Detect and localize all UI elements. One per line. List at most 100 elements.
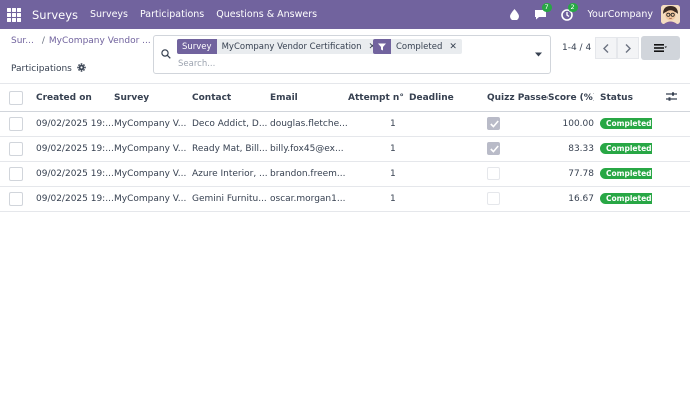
cell-created-on: 09/02/2025 19:... — [36, 136, 114, 162]
cell-attempt: 1 — [348, 186, 409, 212]
sliders-icon — [665, 92, 677, 101]
search-input[interactable] — [178, 57, 518, 70]
activity-clock-icon[interactable]: 2 — [560, 2, 578, 22]
cell-contact: Deco Addict, D... — [192, 111, 270, 137]
gear-icon[interactable] — [77, 63, 86, 75]
menu-participations[interactable]: Participations — [140, 9, 204, 20]
quizz-passed-checkbox — [487, 142, 500, 155]
cell-survey: MyCompany V... — [114, 161, 192, 187]
company-switcher[interactable]: YourCompany — [588, 9, 653, 20]
breadcrumb: Sur... / MyCompany Vendor ... — [11, 36, 151, 46]
status-badge: Completed — [600, 118, 652, 129]
breadcrumb-current[interactable]: MyCompany Vendor ... — [49, 36, 151, 46]
app-brand[interactable]: Surveys — [32, 8, 78, 22]
apps-menu-icon[interactable] — [7, 7, 21, 22]
row-select-checkbox[interactable] — [9, 191, 23, 206]
table-row[interactable]: 09/02/2025 19:... MyCompany V... Azure Int… — [0, 161, 690, 187]
quizz-passed-checkbox — [487, 192, 500, 205]
column-contact[interactable]: Contact — [192, 86, 270, 112]
cell-survey: MyCompany V... — [114, 136, 192, 162]
drop-icon[interactable] — [508, 8, 522, 22]
quizz-passed-checkbox — [487, 117, 500, 130]
column-deadline[interactable]: Deadline — [409, 86, 487, 112]
user-avatar[interactable] — [661, 5, 680, 24]
facet-survey-value: MyCompany Vendor Certification — [221, 41, 362, 52]
chat-icon[interactable]: 7 — [534, 2, 552, 22]
cell-deadline — [409, 111, 487, 137]
activity-count-badge: 2 — [567, 2, 578, 12]
column-email[interactable]: Email — [270, 86, 348, 112]
pager-value[interactable]: 1-4 / 4 — [562, 43, 591, 53]
column-quizz-passed[interactable]: Quizz Passed — [487, 86, 548, 112]
filter-icon — [373, 39, 391, 54]
table-header-row: Created on Survey Contact Email Attempt … — [0, 86, 690, 112]
cell-email: brandon.freem... — [270, 161, 348, 187]
cell-quizz-passed — [487, 161, 548, 187]
list-icon — [654, 44, 667, 52]
cell-empty — [652, 136, 690, 162]
column-survey[interactable]: Survey — [114, 86, 192, 112]
control-panel: Sur... / MyCompany Vendor ... Participatio… — [0, 29, 690, 84]
row-select-checkbox[interactable] — [9, 116, 23, 131]
cell-empty — [652, 161, 690, 187]
cell-attempt: 1 — [348, 161, 409, 187]
cell-contact: Gemini Furnitu... — [192, 186, 270, 212]
cell-deadline — [409, 136, 487, 162]
optional-columns-toggle[interactable] — [652, 86, 690, 112]
menu-surveys[interactable]: Surveys — [90, 9, 128, 20]
row-select-checkbox[interactable] — [9, 166, 23, 181]
facet-survey: Survey MyCompany Vendor Certification ✕ — [177, 39, 382, 54]
cell-quizz-passed — [487, 136, 548, 162]
column-attempt[interactable]: Attempt n° — [348, 86, 409, 112]
cell-attempt: 1 — [348, 111, 409, 137]
quizz-passed-checkbox — [487, 167, 500, 180]
column-score[interactable]: Score (%) — [548, 86, 594, 112]
cell-quizz-passed — [487, 111, 548, 137]
participations-table: Created on Survey Contact Email Attempt … — [0, 86, 690, 212]
check-icon — [490, 120, 499, 128]
cell-score: 100.00 — [548, 111, 594, 137]
search-options-toggle[interactable] — [526, 36, 550, 73]
search-panel: Survey MyCompany Vendor Certification ✕ … — [153, 35, 551, 74]
row-select-checkbox[interactable] — [9, 141, 23, 156]
cell-score: 16.67 — [548, 186, 594, 212]
cell-created-on: 09/02/2025 19:... — [36, 161, 114, 187]
cell-quizz-passed — [487, 186, 548, 212]
breadcrumb-root[interactable]: Sur... — [11, 36, 34, 46]
pager-next-button[interactable] — [617, 37, 639, 59]
facet-filter: Completed ✕ — [373, 39, 462, 54]
chat-count-badge: 7 — [541, 2, 552, 12]
cell-created-on: 09/02/2025 19:... — [36, 186, 114, 212]
cell-survey: MyCompany V... — [114, 186, 192, 212]
cell-empty — [652, 186, 690, 212]
menu-questions-answers[interactable]: Questions & Answers — [216, 9, 317, 20]
select-all-checkbox[interactable] — [9, 91, 23, 106]
chevron-left-icon — [603, 43, 609, 53]
status-badge: Completed — [600, 143, 652, 154]
cell-attempt: 1 — [348, 136, 409, 162]
cell-contact: Ready Mat, Bill... — [192, 136, 270, 162]
search-icon — [161, 49, 171, 62]
cell-score: 77.78 — [548, 161, 594, 187]
cell-score: 83.33 — [548, 136, 594, 162]
page-title: Participations — [11, 64, 72, 74]
cell-contact: Azure Interior, ... — [192, 161, 270, 187]
check-icon — [490, 145, 499, 153]
table-row[interactable]: 09/02/2025 19:... MyCompany V... Gemini Fu… — [0, 186, 690, 212]
pager-previous-button[interactable] — [595, 37, 617, 59]
table-row[interactable]: 09/02/2025 19:... MyCompany V... Deco Addi… — [0, 111, 690, 137]
list-view-button[interactable] — [641, 36, 680, 60]
cell-deadline — [409, 186, 487, 212]
column-created-on[interactable]: Created on — [36, 86, 114, 112]
status-badge: Completed — [600, 193, 652, 204]
caret-down-icon — [534, 52, 542, 57]
top-navbar: Surveys Surveys Participations Questions… — [0, 0, 690, 29]
cell-empty — [652, 111, 690, 137]
column-status[interactable]: Status — [594, 86, 652, 112]
facet-filter-close-icon[interactable]: ✕ — [447, 39, 462, 54]
chevron-right-icon — [625, 43, 631, 53]
table-row[interactable]: 09/02/2025 19:... MyCompany V... Ready Mat… — [0, 136, 690, 162]
cell-survey: MyCompany V... — [114, 111, 192, 137]
status-badge: Completed — [600, 168, 652, 179]
page-title-row: Participations — [11, 63, 86, 75]
